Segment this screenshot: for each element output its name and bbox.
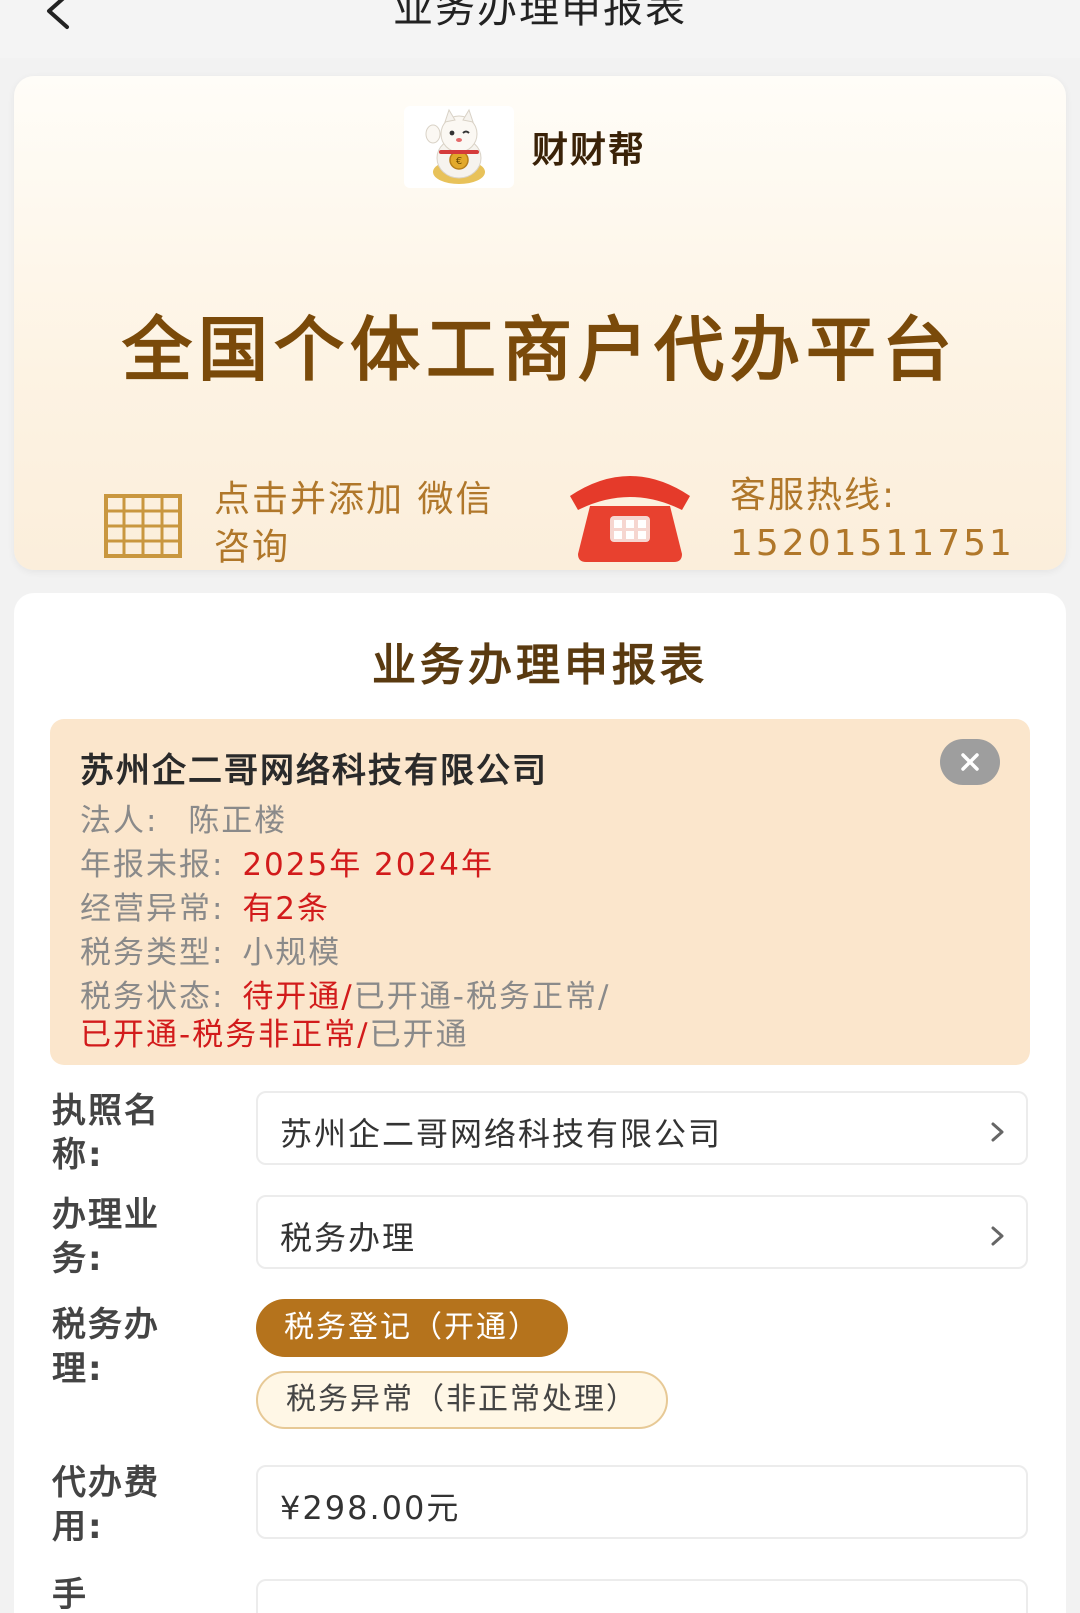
lucky-cat-icon: €	[404, 106, 514, 188]
service-fee-label: 代办费用:	[52, 1463, 160, 1547]
top-navigation-bar: 业务办理申报表	[0, 0, 1080, 58]
service-fee-field: ¥298.00元	[256, 1465, 1028, 1539]
tax-type-value: 小规模	[242, 935, 342, 971]
close-button[interactable]	[940, 739, 1000, 785]
qr-code-icon	[104, 494, 182, 558]
license-name-value: 苏州企二哥网络科技有限公司	[280, 1115, 723, 1153]
wechat-text: 点击并添加 微信咨询	[214, 479, 494, 568]
telephone-icon[interactable]	[560, 466, 700, 566]
tax-type-label: 税务类型:	[80, 935, 225, 971]
company-info-panel: 苏州企二哥网络科技有限公司 法人: 陈正楼 年报未报: 2025年 2024年 …	[50, 719, 1030, 1065]
tax-status-abnormal: 已开通-税务非正常/	[80, 1017, 370, 1053]
annual-report-value: 2025年 2024年	[242, 847, 494, 883]
business-type-value: 税务办理	[280, 1219, 417, 1257]
customer-service-hotline[interactable]: 客服热线: 15201511751	[730, 472, 1060, 568]
tax-handling-label: 税务办理:	[52, 1305, 160, 1389]
form-title: 业务办理申报表	[372, 640, 708, 691]
license-name-select[interactable]: 苏州企二哥网络科技有限公司	[256, 1091, 1028, 1165]
chevron-right-icon	[991, 1122, 1004, 1142]
business-abnormal-label: 经营异常:	[80, 891, 225, 927]
business-type-label: 办理业务:	[52, 1195, 160, 1279]
company-name: 苏州企二哥网络科技有限公司	[80, 751, 548, 791]
legal-person-row: 法人: 陈正楼	[80, 795, 287, 840]
wechat-contact[interactable]: 点击并添加 微信咨询	[90, 466, 510, 568]
brand: € 财财帮	[404, 106, 646, 188]
page: 业务办理申报表 € 财财帮 全国个体工商户代办平台 点击并添加 微信咨询 客服热…	[0, 0, 1080, 1613]
hotline-label: 客服热线:	[730, 475, 897, 516]
tax-option-abnormal[interactable]: 税务异常（非正常处理）	[256, 1371, 668, 1429]
svg-text:€: €	[456, 156, 462, 167]
annual-report-label: 年报未报:	[80, 847, 225, 883]
brand-name: 财财帮	[532, 130, 647, 171]
tax-option-registration[interactable]: 税务登记（开通）	[256, 1299, 568, 1357]
legal-person-label: 法人:	[80, 803, 159, 839]
chevron-right-icon	[991, 1226, 1004, 1246]
business-abnormal-row: 经营异常: 有2条	[80, 883, 330, 928]
tax-type-row: 税务类型: 小规模	[80, 927, 341, 972]
legal-person-value: 陈正楼	[188, 803, 288, 839]
page-title: 业务办理申报表	[393, 0, 687, 32]
close-icon	[961, 753, 979, 771]
service-fee-value: ¥298.00元	[280, 1489, 461, 1527]
hotline-number: 15201511751	[730, 523, 1015, 564]
next-field-label: 手	[52, 1575, 88, 1613]
tax-status-opened: 已开通	[369, 1017, 469, 1053]
application-form-card: 业务办理申报表 苏州企二哥网络科技有限公司 法人: 陈正楼 年报未报: 2025…	[14, 593, 1066, 1613]
business-type-select[interactable]: 税务办理	[256, 1195, 1028, 1269]
license-name-label: 执照名称:	[52, 1091, 160, 1175]
banner-headline: 全国个体工商户代办平台	[122, 309, 958, 391]
promo-banner-carousel[interactable]: € 财财帮 全国个体工商户代办平台 点击并添加 微信咨询 客服热线: 15201…	[14, 76, 1066, 570]
tax-status-row-2: 已开通-税务非正常/已开通	[80, 1009, 469, 1054]
business-abnormal-value: 有2条	[242, 891, 331, 927]
annual-report-row: 年报未报: 2025年 2024年	[80, 839, 494, 884]
next-field-input[interactable]	[256, 1579, 1028, 1613]
